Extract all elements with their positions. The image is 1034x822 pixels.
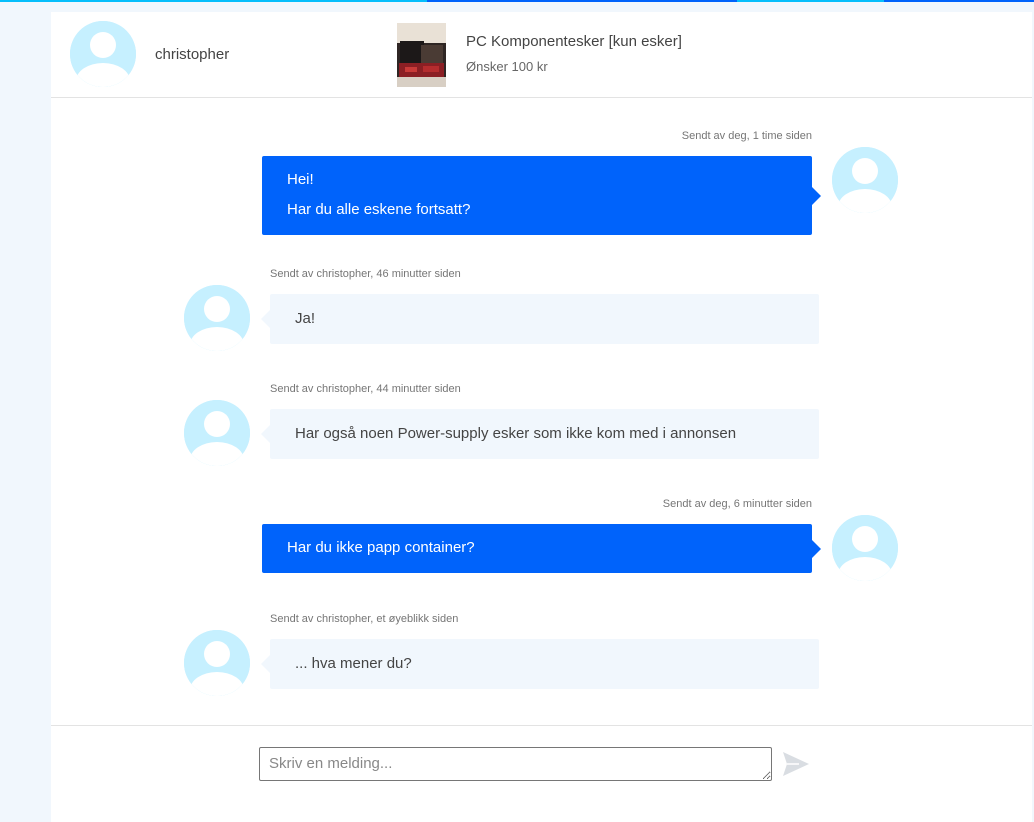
listing-thumbnail[interactable]: [397, 23, 446, 87]
top-progress-strip: [0, 0, 1034, 2]
message-meta: Sendt av christopher, 44 minutter siden: [270, 383, 461, 395]
message-input[interactable]: [259, 747, 772, 781]
top-strip-segment: [884, 0, 1034, 2]
message-text: Har også noen Power-supply esker som ikk…: [295, 425, 737, 442]
message-text: ... hva mener du?: [295, 655, 412, 672]
conversation-header: christopher PC Komponentesker [kun esker…: [51, 12, 1032, 98]
message-meta: Sendt av deg, 1 time siden: [681, 130, 812, 142]
listing-image: [397, 23, 446, 87]
own-avatar: [832, 515, 898, 581]
top-strip-segment: [427, 0, 737, 2]
listing-price: Ønsker 100 kr: [466, 59, 548, 74]
outgoing-message-bubble: Har du ikke papp container?: [262, 524, 821, 573]
conversation-panel: christopher PC Komponentesker [kun esker…: [51, 12, 1032, 822]
message-composer-area: [51, 725, 1032, 822]
message-text: Hei!: [287, 171, 314, 188]
message-meta: Sendt av deg, 6 minutter siden: [662, 498, 812, 510]
send-button[interactable]: [781, 750, 811, 778]
incoming-message-bubble: Ja!: [261, 294, 819, 344]
listing-title[interactable]: PC Komponentesker [kun esker]: [466, 33, 682, 50]
message-meta: Sendt av christopher, et øyeblikk siden: [270, 613, 459, 625]
message-text: Ja!: [295, 310, 316, 327]
message-text: Har du ikke papp container?: [287, 539, 475, 556]
message-text: Har du alle eskene fortsatt?: [287, 201, 471, 218]
partner-avatar[interactable]: [184, 630, 250, 696]
user-silhouette-icon: [184, 630, 250, 696]
user-avatar[interactable]: [70, 21, 136, 87]
incoming-message-bubble: ... hva mener du?: [261, 639, 819, 689]
partner-username[interactable]: christopher: [155, 46, 229, 63]
user-silhouette-icon: [184, 285, 250, 351]
partner-avatar[interactable]: [184, 285, 250, 351]
user-silhouette-icon: [184, 400, 250, 466]
own-avatar: [832, 147, 898, 213]
user-silhouette-icon: [832, 515, 898, 581]
send-icon: [783, 752, 809, 776]
user-silhouette-icon: [832, 147, 898, 213]
incoming-message-bubble: Har også noen Power-supply esker som ikk…: [261, 409, 819, 459]
partner-avatar[interactable]: [184, 400, 250, 466]
message-meta: Sendt av christopher, 46 minutter siden: [270, 268, 461, 280]
user-silhouette-icon: [70, 21, 136, 87]
outgoing-message-bubble: Hei! Har du alle eskene fortsatt?: [262, 156, 821, 235]
